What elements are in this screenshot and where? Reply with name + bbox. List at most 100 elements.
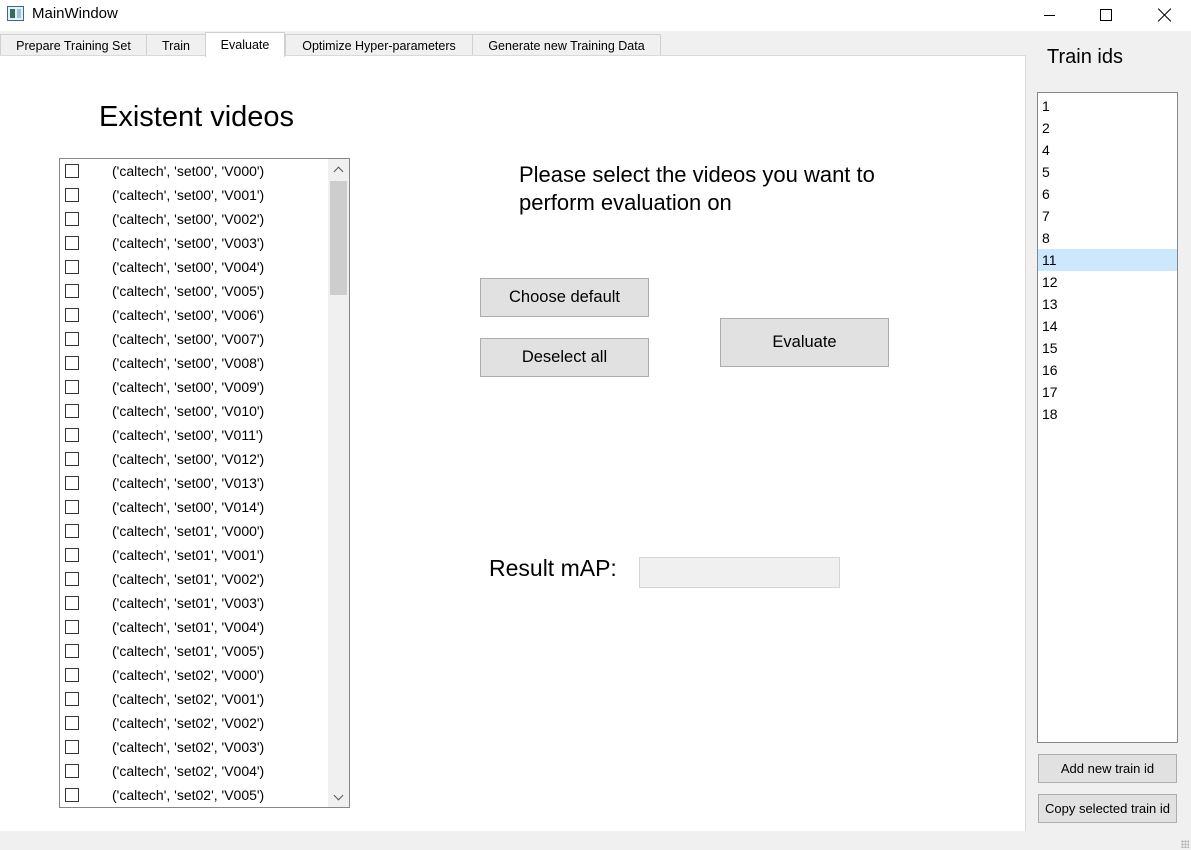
close-button[interactable] bbox=[1142, 0, 1188, 30]
train-id-item[interactable]: 18 bbox=[1038, 403, 1177, 425]
result-map-label: Result mAP: bbox=[489, 555, 617, 581]
tab-prepare-training-set[interactable]: Prepare Training Set bbox=[0, 34, 147, 56]
video-label: ('caltech', 'set01', 'V004') bbox=[112, 619, 265, 635]
video-checkbox[interactable] bbox=[65, 404, 79, 418]
video-checkbox[interactable] bbox=[65, 428, 79, 442]
scroll-up-button[interactable] bbox=[328, 159, 349, 179]
video-checkbox[interactable] bbox=[65, 620, 79, 634]
video-checkbox[interactable] bbox=[65, 380, 79, 394]
maximize-button[interactable] bbox=[1083, 0, 1129, 30]
video-checkbox[interactable] bbox=[65, 668, 79, 682]
video-checkbox[interactable] bbox=[65, 548, 79, 562]
video-checkbox[interactable] bbox=[65, 764, 79, 778]
add-new-train-id-button[interactable]: Add new train id bbox=[1038, 754, 1177, 783]
video-checkbox[interactable] bbox=[65, 716, 79, 730]
train-id-item[interactable]: 2 bbox=[1038, 117, 1177, 139]
video-list-item[interactable]: ('caltech', 'set00', 'V014') bbox=[60, 495, 328, 519]
video-checkbox[interactable] bbox=[65, 692, 79, 706]
train-ids-list[interactable]: 1 2 4 5 6 7 8 11 12 13 14 15 16 17 18 bbox=[1037, 92, 1178, 743]
video-checkbox[interactable] bbox=[65, 284, 79, 298]
train-id-item[interactable]: 4 bbox=[1038, 139, 1177, 161]
video-list-item[interactable]: ('caltech', 'set00', 'V000') bbox=[60, 159, 328, 183]
video-checkbox[interactable] bbox=[65, 260, 79, 274]
video-list-item[interactable]: ('caltech', 'set00', 'V004') bbox=[60, 255, 328, 279]
train-id-item[interactable]: 14 bbox=[1038, 315, 1177, 337]
tab-train[interactable]: Train bbox=[146, 34, 206, 56]
video-list-item[interactable]: ('caltech', 'set01', 'V005') bbox=[60, 639, 328, 663]
video-list-item[interactable]: ('caltech', 'set00', 'V003') bbox=[60, 231, 328, 255]
scroll-down-button[interactable] bbox=[328, 787, 349, 807]
video-list-item[interactable]: ('caltech', 'set01', 'V002') bbox=[60, 567, 328, 591]
video-list-item[interactable]: ('caltech', 'set02', 'V000') bbox=[60, 663, 328, 687]
video-list-item[interactable]: ('caltech', 'set00', 'V006') bbox=[60, 303, 328, 327]
video-list-item[interactable]: ('caltech', 'set00', 'V009') bbox=[60, 375, 328, 399]
video-list-item[interactable]: ('caltech', 'set01', 'V004') bbox=[60, 615, 328, 639]
video-checkbox[interactable] bbox=[65, 500, 79, 514]
video-checkbox[interactable] bbox=[65, 524, 79, 538]
video-list-item[interactable]: ('caltech', 'set02', 'V003') bbox=[60, 735, 328, 759]
train-id-item[interactable]: 13 bbox=[1038, 293, 1177, 315]
video-checkbox[interactable] bbox=[65, 596, 79, 610]
video-list-item[interactable]: ('caltech', 'set00', 'V002') bbox=[60, 207, 328, 231]
choose-default-button[interactable]: Choose default bbox=[480, 278, 649, 317]
minimize-button[interactable] bbox=[1026, 0, 1072, 30]
video-label: ('caltech', 'set00', 'V014') bbox=[112, 499, 265, 515]
minimize-icon bbox=[1043, 14, 1055, 16]
title-bar: MainWindow bbox=[0, 0, 1191, 31]
train-id-item[interactable]: 16 bbox=[1038, 359, 1177, 381]
video-list-item[interactable]: ('caltech', 'set01', 'V003') bbox=[60, 591, 328, 615]
video-checkbox[interactable] bbox=[65, 572, 79, 586]
video-checkbox[interactable] bbox=[65, 332, 79, 346]
video-checkbox[interactable] bbox=[65, 476, 79, 490]
video-checkbox[interactable] bbox=[65, 236, 79, 250]
tab-generate-new-training-data[interactable]: Generate new Training Data bbox=[472, 34, 661, 56]
resize-grip-icon[interactable] bbox=[1181, 840, 1189, 848]
video-checkbox[interactable] bbox=[65, 212, 79, 226]
video-checkbox[interactable] bbox=[65, 452, 79, 466]
video-checkbox[interactable] bbox=[65, 164, 79, 178]
video-checkbox[interactable] bbox=[65, 308, 79, 322]
scroll-thumb[interactable] bbox=[330, 181, 347, 295]
train-id-item[interactable]: 17 bbox=[1038, 381, 1177, 403]
train-id-item[interactable]: 12 bbox=[1038, 271, 1177, 293]
video-label: ('caltech', 'set00', 'V009') bbox=[112, 379, 265, 395]
video-list-item[interactable]: ('caltech', 'set00', 'V001') bbox=[60, 183, 328, 207]
video-list-item[interactable]: ('caltech', 'set02', 'V001') bbox=[60, 687, 328, 711]
video-checkbox[interactable] bbox=[65, 788, 79, 802]
video-list-scrollbar[interactable] bbox=[328, 159, 349, 807]
copy-selected-train-id-button[interactable]: Copy selected train id bbox=[1038, 794, 1177, 823]
train-id-item[interactable]: 11 bbox=[1038, 249, 1177, 271]
video-label: ('caltech', 'set02', 'V005') bbox=[112, 787, 265, 803]
train-id-item[interactable]: 15 bbox=[1038, 337, 1177, 359]
tab-optimize-hyper-parameters[interactable]: Optimize Hyper-parameters bbox=[285, 34, 473, 56]
video-list-item[interactable]: ('caltech', 'set01', 'V001') bbox=[60, 543, 328, 567]
train-id-item[interactable]: 7 bbox=[1038, 205, 1177, 227]
video-list-item[interactable]: ('caltech', 'set02', 'V005') bbox=[60, 783, 328, 807]
deselect-all-button[interactable]: Deselect all bbox=[480, 338, 649, 377]
train-id-item[interactable]: 1 bbox=[1038, 95, 1177, 117]
video-list-item[interactable]: ('caltech', 'set02', 'V002') bbox=[60, 711, 328, 735]
video-checkbox[interactable] bbox=[65, 188, 79, 202]
video-list-item[interactable]: ('caltech', 'set00', 'V013') bbox=[60, 471, 328, 495]
evaluation-prompt: Please select the videos you want to per… bbox=[519, 162, 875, 215]
video-list-item[interactable]: ('caltech', 'set00', 'V012') bbox=[60, 447, 328, 471]
video-label: ('caltech', 'set01', 'V003') bbox=[112, 595, 265, 611]
video-list-item[interactable]: ('caltech', 'set00', 'V008') bbox=[60, 351, 328, 375]
video-checkbox[interactable] bbox=[65, 356, 79, 370]
video-label: ('caltech', 'set00', 'V007') bbox=[112, 331, 265, 347]
video-list-item[interactable]: ('caltech', 'set02', 'V004') bbox=[60, 759, 328, 783]
video-list[interactable]: ('caltech', 'set00', 'V000') ('caltech', … bbox=[59, 158, 350, 808]
video-list-item[interactable]: ('caltech', 'set00', 'V010') bbox=[60, 399, 328, 423]
video-list-item[interactable]: ('caltech', 'set01', 'V000') bbox=[60, 519, 328, 543]
video-checkbox[interactable] bbox=[65, 644, 79, 658]
video-list-item[interactable]: ('caltech', 'set00', 'V005') bbox=[60, 279, 328, 303]
tab-evaluate[interactable]: Evaluate bbox=[205, 32, 285, 57]
train-id-item[interactable]: 5 bbox=[1038, 161, 1177, 183]
train-id-item[interactable]: 8 bbox=[1038, 227, 1177, 249]
video-checkbox[interactable] bbox=[65, 740, 79, 754]
video-list-item[interactable]: ('caltech', 'set00', 'V011') bbox=[60, 423, 328, 447]
evaluate-button[interactable]: Evaluate bbox=[720, 318, 889, 367]
video-list-item[interactable]: ('caltech', 'set00', 'V007') bbox=[60, 327, 328, 351]
video-label: ('caltech', 'set00', 'V004') bbox=[112, 259, 265, 275]
train-id-item[interactable]: 6 bbox=[1038, 183, 1177, 205]
